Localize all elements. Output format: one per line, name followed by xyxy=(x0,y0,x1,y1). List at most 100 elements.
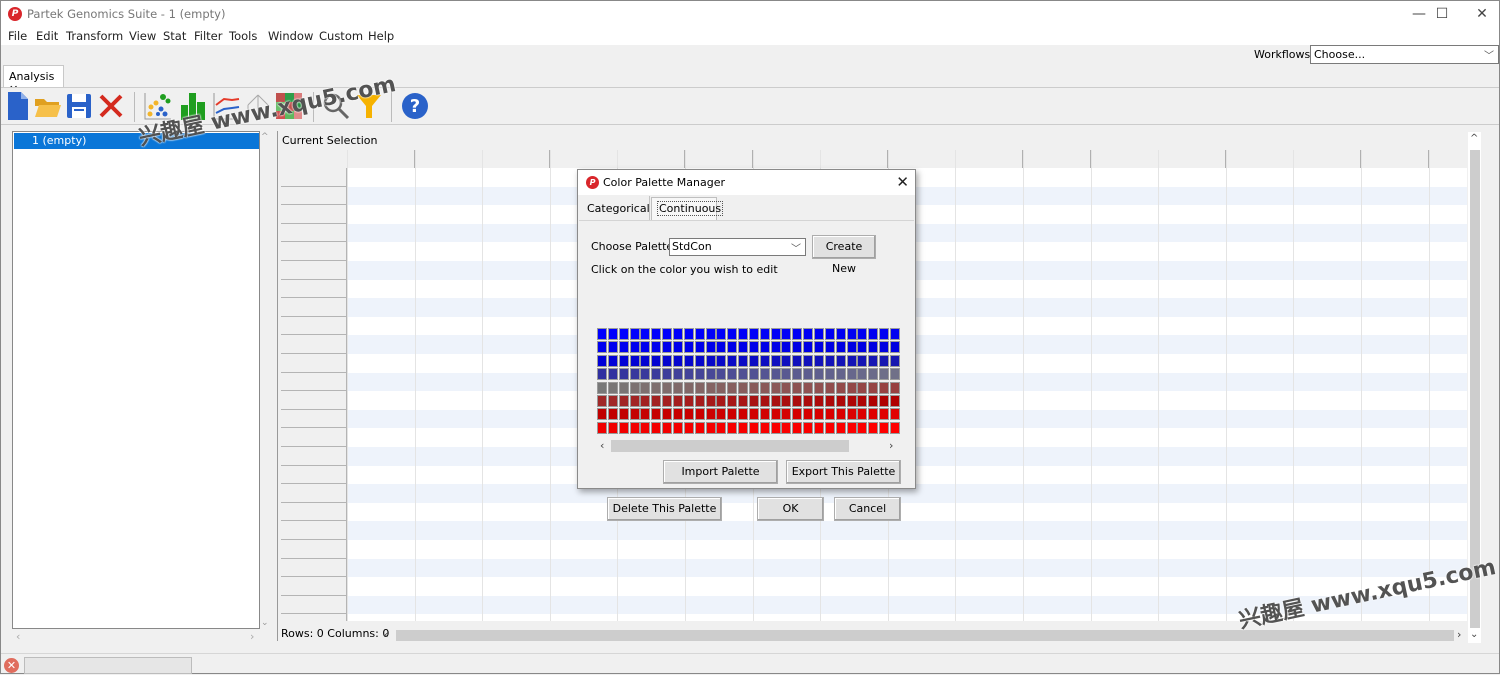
palette-color-cell[interactable] xyxy=(640,328,651,340)
palette-color-cell[interactable] xyxy=(889,421,900,434)
column-header[interactable] xyxy=(1159,150,1227,168)
palette-color-cell[interactable] xyxy=(607,395,618,407)
row-header[interactable] xyxy=(281,354,347,373)
scroll-right-icon[interactable]: › xyxy=(250,630,254,643)
palette-color-cell[interactable] xyxy=(640,395,651,407)
palette-color-cell[interactable] xyxy=(846,328,857,340)
column-header[interactable] xyxy=(551,150,618,168)
palette-color-cell[interactable] xyxy=(868,341,879,354)
scrollbar-thumb[interactable] xyxy=(1470,150,1480,628)
row-header[interactable] xyxy=(281,428,347,447)
row-header[interactable] xyxy=(281,168,347,187)
menu-help[interactable]: Help xyxy=(368,29,394,43)
palette-color-cell[interactable] xyxy=(835,368,846,381)
palette-color-cell[interactable] xyxy=(607,421,618,434)
palette-color-cell[interactable] xyxy=(672,341,683,354)
palette-color-cell[interactable] xyxy=(738,328,749,340)
palette-color-cell[interactable] xyxy=(879,408,890,421)
palette-color-cell[interactable] xyxy=(781,368,792,381)
palette-color-cell[interactable] xyxy=(770,421,781,434)
heatmap-button[interactable] xyxy=(274,91,304,123)
palette-color-cell[interactable] xyxy=(814,354,824,367)
palette-color-cell[interactable] xyxy=(683,368,694,381)
palette-color-cell[interactable] xyxy=(824,328,835,340)
scroll-up-icon[interactable]: ^ xyxy=(1470,133,1478,144)
error-icon[interactable]: ✕ xyxy=(4,658,19,673)
palette-color-cell[interactable] xyxy=(781,354,792,367)
bar-chart-button[interactable] xyxy=(178,91,208,123)
scroll-right-icon[interactable]: › xyxy=(889,439,893,452)
row-header[interactable] xyxy=(281,186,347,206)
palette-color-cell[interactable] xyxy=(759,421,770,434)
palette-color-cell[interactable] xyxy=(618,354,629,367)
column-header[interactable] xyxy=(618,150,686,168)
palette-color-cell[interactable] xyxy=(651,395,662,407)
row-header[interactable] xyxy=(281,298,347,317)
palette-color-cell[interactable] xyxy=(629,368,640,381)
palette-color-cell[interactable] xyxy=(803,421,814,434)
palette-color-cell[interactable] xyxy=(824,341,835,354)
palette-horizontal-scrollbar[interactable]: ‹ › xyxy=(597,439,900,453)
new-file-button[interactable] xyxy=(5,91,35,123)
palette-color-cell[interactable] xyxy=(716,341,727,354)
palette-color-cell[interactable] xyxy=(683,421,694,434)
menu-custom[interactable]: Custom xyxy=(319,29,363,43)
palette-color-cell[interactable] xyxy=(607,368,618,381)
column-header[interactable] xyxy=(1092,150,1159,168)
palette-select[interactable]: StdCon ﹀ xyxy=(669,238,806,256)
row-header[interactable] xyxy=(281,335,347,354)
palette-color-cell[interactable] xyxy=(748,341,759,354)
palette-color-cell[interactable] xyxy=(597,368,607,381)
ok-button[interactable]: OK xyxy=(757,497,824,521)
tab-continuous[interactable]: Continuous xyxy=(651,197,724,221)
palette-color-cell[interactable] xyxy=(792,408,803,421)
palette-color-cell[interactable] xyxy=(846,354,857,367)
menu-window[interactable]: Window xyxy=(268,29,313,43)
palette-color-cell[interactable] xyxy=(824,395,835,407)
palette-color-cell[interactable] xyxy=(781,395,792,407)
palette-color-cell[interactable] xyxy=(759,395,770,407)
delete-button[interactable] xyxy=(97,91,127,123)
palette-color-cell[interactable] xyxy=(640,368,651,381)
scroll-left-icon[interactable]: ‹ xyxy=(16,630,20,643)
palette-color-cell[interactable] xyxy=(727,421,738,434)
palette-color-cell[interactable] xyxy=(651,381,662,394)
palette-color-cell[interactable] xyxy=(597,408,607,421)
palette-color-cell[interactable] xyxy=(835,395,846,407)
palette-color-cell[interactable] xyxy=(889,395,900,407)
palette-color-cell[interactable] xyxy=(792,395,803,407)
palette-color-cell[interactable] xyxy=(629,341,640,354)
corner-cell[interactable] xyxy=(281,150,348,168)
palette-color-cell[interactable] xyxy=(792,341,803,354)
palette-color-cell[interactable] xyxy=(868,328,879,340)
palette-color-cell[interactable] xyxy=(629,381,640,394)
palette-color-cell[interactable] xyxy=(672,368,683,381)
palette-color-cell[interactable] xyxy=(607,381,618,394)
palette-color-cell[interactable] xyxy=(629,328,640,340)
palette-color-cell[interactable] xyxy=(879,381,890,394)
palette-color-cell[interactable] xyxy=(868,421,879,434)
palette-color-cell[interactable] xyxy=(748,395,759,407)
palette-color-cell[interactable] xyxy=(738,341,749,354)
palette-color-cell[interactable] xyxy=(846,408,857,421)
palette-color-cell[interactable] xyxy=(738,354,749,367)
palette-color-cell[interactable] xyxy=(759,408,770,421)
palette-color-cell[interactable] xyxy=(814,408,824,421)
palette-color-cell[interactable] xyxy=(803,368,814,381)
palette-color-cell[interactable] xyxy=(889,354,900,367)
column-header[interactable] xyxy=(1294,150,1362,168)
row-header[interactable] xyxy=(281,484,347,503)
palette-color-cell[interactable] xyxy=(738,421,749,434)
palette-color-cell[interactable] xyxy=(672,421,683,434)
palette-color-cell[interactable] xyxy=(814,421,824,434)
palette-color-cell[interactable] xyxy=(879,354,890,367)
palette-color-cell[interactable] xyxy=(727,408,738,421)
palette-color-cell[interactable] xyxy=(781,421,792,434)
palette-color-cell[interactable] xyxy=(770,368,781,381)
palette-color-cell[interactable] xyxy=(748,328,759,340)
palette-color-cell[interactable] xyxy=(781,341,792,354)
palette-color-cell[interactable] xyxy=(727,354,738,367)
palette-color-cell[interactable] xyxy=(835,341,846,354)
palette-color-cell[interactable] xyxy=(868,354,879,367)
create-new-button[interactable]: Create New xyxy=(812,235,876,275)
